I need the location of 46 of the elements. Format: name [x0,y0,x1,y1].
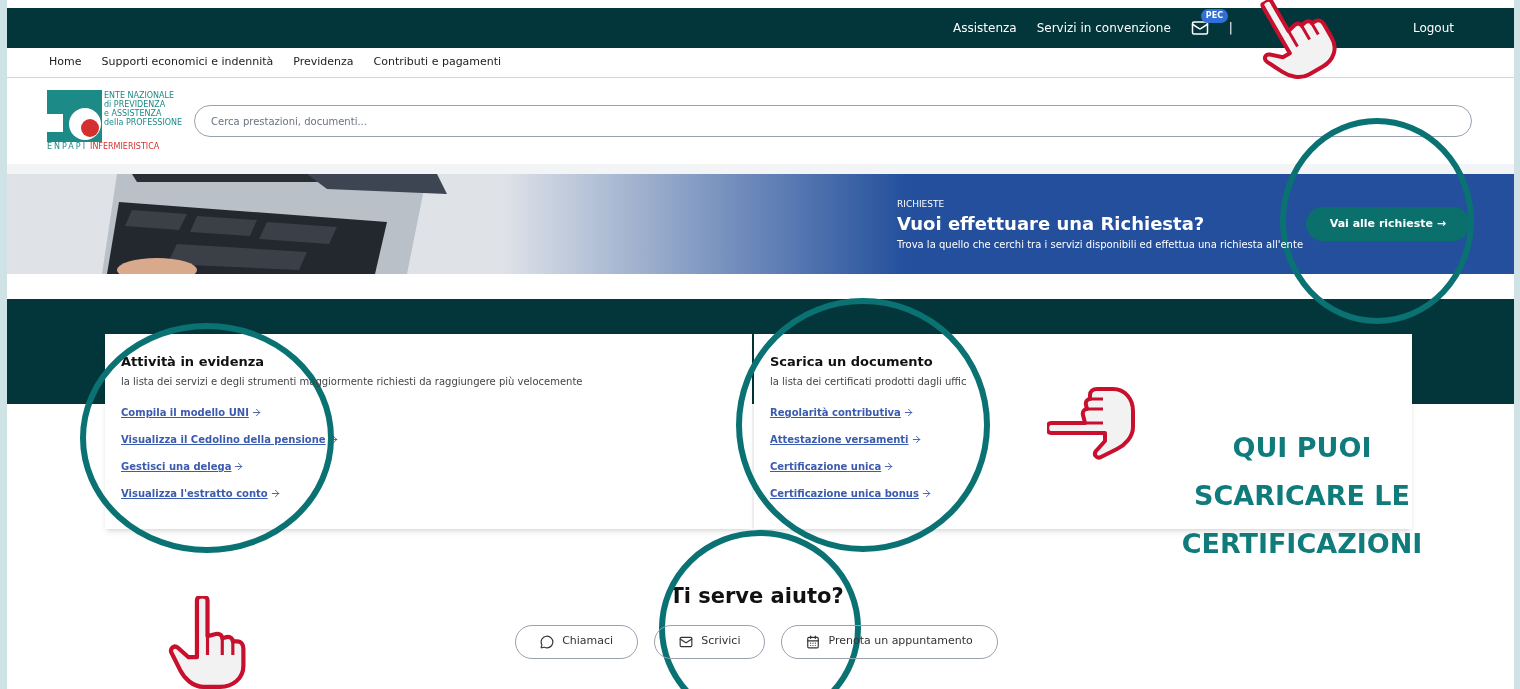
banner-title: Vuoi effettuare una Richiesta? [897,212,1206,237]
logo-mark [47,90,102,142]
logo-text: di PREVIDENZA [104,100,167,109]
mail-icon[interactable] [1190,19,1209,37]
logo-text: della PROFESSIONE [104,118,183,127]
card-link[interactable]: Regolarità contributiva [770,404,914,420]
card-link[interactable]: Certificazione unica bonus [770,485,932,501]
card-subtitle: la lista dei certificati prodotti dagli uffic [770,374,967,389]
arrow-icon [902,406,914,418]
banner-eyebrow: RICHIESTE [897,197,946,211]
search-field[interactable]: Cerca prestazioni, documenti... [194,105,1472,137]
separator: | [1228,20,1233,37]
logo-text: INFERMIERISTICA [90,142,160,152]
logo-text: e ASSISTENZA [104,109,163,118]
logout-link[interactable]: Logout [1412,19,1454,37]
annotation-text: SCARICARE LE [1194,479,1410,513]
banner-text: Trova la quello che cerchi tra i servizi disponibili ed effettua una richiesta all'ente [897,238,1304,253]
arrow-icon [920,487,932,499]
arrow-icon [910,433,922,445]
card-link[interactable]: Visualizza il Cedolino della pensione [121,431,339,447]
nav-item[interactable]: Previdenza [293,54,354,71]
logo-text: ENTE NAZIONALE [104,91,176,100]
nav-item[interactable]: Home [49,54,82,71]
card-link[interactable]: Compila il modello UNI [121,404,262,420]
card-link[interactable]: Visualizza l'estratto conto [121,485,281,501]
pec-badge: PEC [1200,9,1229,23]
requests-button[interactable]: Vai alle richieste → [1305,207,1470,241]
arrow-icon [250,406,262,418]
nav-item[interactable]: Supporti economici e indennità [101,54,274,71]
arrow-icon [233,460,245,472]
card-title: Attività in evidenza [121,353,266,371]
nav-item[interactable]: Contributi e pagamenti [373,54,502,71]
top-bar-link[interactable]: Servizi in convenzione [1036,19,1171,37]
card-link[interactable]: Certificazione unica [770,458,895,474]
arrow-icon [883,460,895,472]
card-title: Scarica un documento [770,353,934,371]
chat-icon [540,634,555,649]
calendar-icon [806,634,821,649]
logo-acronym: ENPAPI [47,142,87,152]
mail-icon [679,634,694,649]
arrow-icon [269,487,281,499]
annotation-text: QUI PUOI [1232,431,1372,465]
top-bar-link[interactable]: Assistenza [953,19,1017,37]
card-link[interactable]: Gestisci una delega [121,458,245,474]
card-link[interactable]: Attestazione versamenti [770,431,922,447]
annotation-text: CERTIFICAZIONI [1181,527,1423,561]
